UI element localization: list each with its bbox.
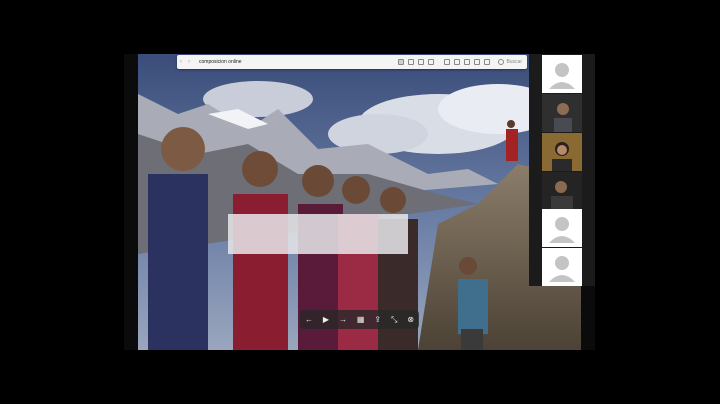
grid-view-icon[interactable]	[398, 59, 405, 65]
user-avatar-icon	[549, 63, 575, 89]
participant-panel	[529, 54, 595, 286]
columns-view-icon[interactable]	[418, 59, 425, 65]
search-icon	[498, 59, 505, 65]
participant-video-tile[interactable]	[542, 133, 582, 171]
more-icon[interactable]	[484, 59, 491, 65]
slideshow-controls: ← ▶ → ▦ ⇪ ⤡ ⊗	[300, 310, 419, 329]
viewer-toolbar: ‹ › composicion online Buscar	[177, 55, 527, 69]
index-sheet-icon[interactable]: ▦	[357, 315, 365, 324]
participant-video	[542, 94, 582, 132]
tag-icon[interactable]	[474, 59, 481, 65]
group-icon[interactable]	[444, 59, 451, 65]
user-avatar-icon	[549, 217, 575, 243]
viewer-title: composicion online	[199, 59, 242, 65]
exit-fullscreen-icon[interactable]: ⤡	[391, 315, 397, 324]
share-icon[interactable]	[454, 59, 461, 65]
search-label: Buscar	[506, 59, 522, 65]
search-field[interactable]: Buscar	[498, 59, 522, 65]
participant-video	[542, 172, 582, 210]
play-icon[interactable]: ▶	[323, 315, 329, 324]
participant-video	[542, 133, 582, 171]
gallery-view-icon[interactable]	[428, 59, 435, 65]
participant-video-tile[interactable]	[542, 94, 582, 132]
next-icon[interactable]: →	[339, 315, 347, 324]
previous-icon[interactable]: ←	[305, 315, 313, 324]
shared-photo	[138, 54, 581, 350]
lock-icon[interactable]	[464, 59, 471, 65]
participant-tile[interactable]	[542, 55, 582, 93]
participant-tile[interactable]	[542, 248, 582, 286]
forward-icon[interactable]: ›	[185, 59, 193, 65]
back-icon[interactable]: ‹	[177, 59, 185, 65]
user-avatar-icon	[549, 256, 575, 282]
list-view-icon[interactable]	[408, 59, 415, 65]
close-icon[interactable]: ⊗	[407, 315, 414, 324]
participant-tile[interactable]	[542, 209, 582, 247]
share-icon[interactable]: ⇪	[374, 315, 381, 324]
participant-video-tile[interactable]	[542, 172, 582, 210]
